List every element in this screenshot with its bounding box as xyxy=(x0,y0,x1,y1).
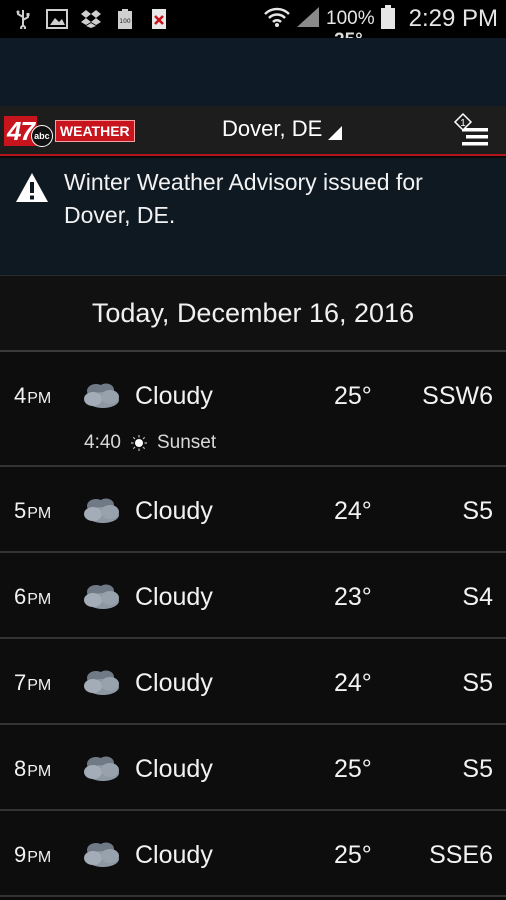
menu-icon: 1 xyxy=(453,112,488,146)
condition-label: Cloudy xyxy=(135,755,213,783)
hour-label: 7PM xyxy=(14,670,52,695)
hourly-row[interactable]: 9PM Cloudy 25° SSE6 xyxy=(0,811,506,897)
cloudy-icon xyxy=(84,756,119,781)
dropbox-icon xyxy=(80,8,102,30)
temperature-value: 23° xyxy=(334,583,372,611)
menu-button[interactable]: 1 xyxy=(450,112,492,152)
wind-value: S5 xyxy=(462,497,493,525)
alert-text: Winter Weather Advisory issued for Dover… xyxy=(64,169,423,228)
temperature-value: 25° xyxy=(334,841,372,869)
cloudy-icon xyxy=(84,584,119,609)
hour-label: 4PM xyxy=(14,383,52,408)
weather-alert-banner[interactable]: Winter Weather Advisory issued for Dover… xyxy=(0,158,506,276)
hour-label: 5PM xyxy=(14,498,52,523)
cloudy-icon xyxy=(84,383,119,408)
wind-value: S5 xyxy=(462,755,493,783)
condition-label: Cloudy xyxy=(135,583,213,611)
sunset-label: Sunset xyxy=(156,432,217,453)
logo-weather-text: WEATHER xyxy=(54,120,135,142)
battery-100-icon: 100 xyxy=(114,8,136,30)
banner-area xyxy=(0,38,506,106)
cloudy-icon xyxy=(84,670,119,695)
date-header: Today, December 16, 2016 xyxy=(0,276,506,352)
cloudy-icon xyxy=(84,842,119,867)
date-title: Today, December 16, 2016 xyxy=(91,297,415,328)
hourly-row[interactable]: 8PM Cloudy 25° S5 xyxy=(0,725,506,811)
gallery-icon xyxy=(46,8,68,30)
hour-label: 9PM xyxy=(14,842,52,867)
usb-icon xyxy=(12,8,34,30)
wind-value: SSE6 xyxy=(429,841,493,869)
hourly-forecast-list: 4PM Cloudy 25° SSW6 4:40 Sunset 5PM Clou… xyxy=(0,352,506,897)
condition-label: Cloudy xyxy=(135,841,213,869)
location-name: Dover, DE xyxy=(222,116,323,141)
hourly-row[interactable]: 7PM Cloudy 24° S5 xyxy=(0,639,506,725)
wind-value: S4 xyxy=(462,583,493,611)
status-bar: 100 25° 100% 2:29 PM xyxy=(0,0,506,51)
hourly-row[interactable]: 4PM Cloudy 25° SSW6 4:40 Sunset xyxy=(0,352,506,467)
logo-network-badge: abc xyxy=(30,125,53,147)
app-logo[interactable]: 47 abc WEATHER xyxy=(4,116,135,147)
notification-count: 1 xyxy=(460,118,466,129)
close-notification-icon xyxy=(148,8,170,30)
sunset-time: 4:40 xyxy=(84,432,121,453)
wifi-icon xyxy=(264,6,290,33)
warning-icon xyxy=(16,173,48,202)
battery-icon xyxy=(380,4,395,34)
sunset-info: 4:40 Sunset xyxy=(84,432,216,454)
condition-label: Cloudy xyxy=(135,382,213,410)
hour-label: 8PM xyxy=(14,756,52,781)
location-selector[interactable]: Dover, DE xyxy=(222,116,343,142)
app-header: 47 abc WEATHER Dover, DE 1 xyxy=(0,106,506,156)
hour-label: 6PM xyxy=(14,584,52,609)
hourly-row[interactable]: 6PM Cloudy 23° S4 xyxy=(0,553,506,639)
temperature-value: 24° xyxy=(334,497,372,525)
wind-value: SSW6 xyxy=(422,382,493,410)
hourly-row[interactable]: 5PM Cloudy 24° S5 xyxy=(0,467,506,553)
battery-percent: 100% xyxy=(326,8,375,29)
condition-label: Cloudy xyxy=(135,497,213,525)
cloudy-icon xyxy=(84,498,119,523)
temperature-value: 25° xyxy=(334,755,372,783)
svg-text:100: 100 xyxy=(119,18,131,25)
wind-value: S5 xyxy=(462,669,493,697)
condition-label: Cloudy xyxy=(135,669,213,697)
cell-signal-icon xyxy=(296,6,320,33)
sun-icon xyxy=(130,435,147,451)
temperature-value: 25° xyxy=(334,382,372,410)
status-clock: 2:29 PM xyxy=(408,5,498,32)
temperature-value: 24° xyxy=(334,669,372,697)
dropdown-caret-icon xyxy=(328,126,343,140)
